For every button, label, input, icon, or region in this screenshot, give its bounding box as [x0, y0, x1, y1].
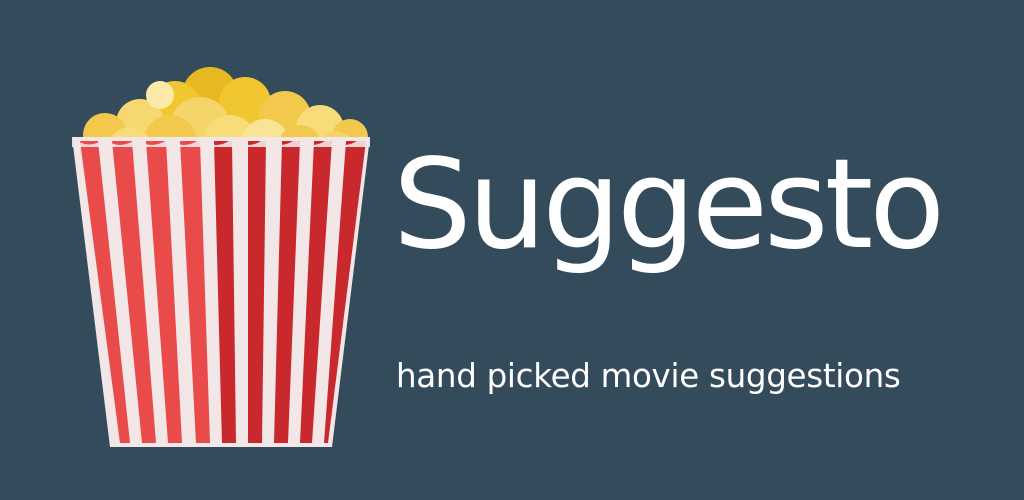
- cup-stripes: [76, 141, 366, 443]
- banner: Suggesto hand picked movie suggestions: [0, 0, 1024, 500]
- tagline: hand picked movie suggestions: [396, 357, 901, 395]
- popcorn-box-icon: [60, 55, 390, 455]
- brand-name: Suggesto: [393, 133, 945, 277]
